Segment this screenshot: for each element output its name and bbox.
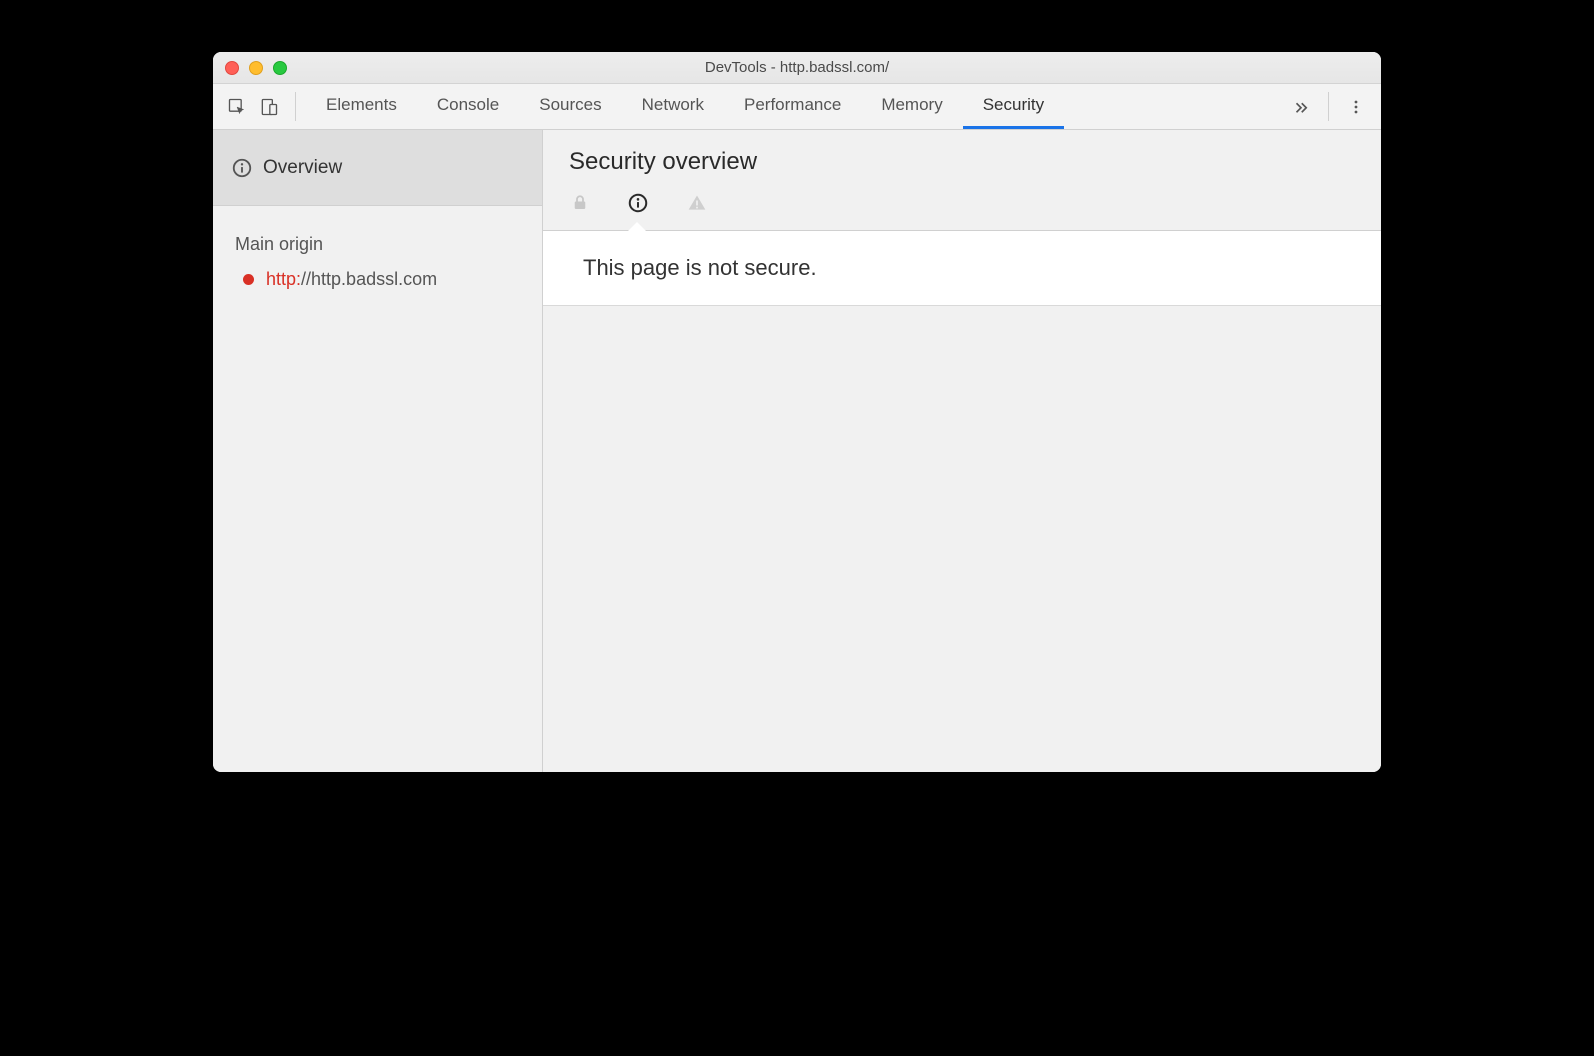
security-overview-header: Security overview (543, 130, 1381, 231)
info-icon (231, 157, 253, 179)
tab-console[interactable]: Console (417, 84, 519, 129)
toolbar-separator (1328, 92, 1329, 121)
toolbar-separator (295, 92, 296, 121)
active-state-caret (628, 222, 646, 231)
status-dot-icon (243, 274, 254, 285)
devtools-toolbar: Elements Console Sources Network Perform… (213, 84, 1381, 130)
origin-scheme: http: (266, 269, 301, 289)
origin-url: http://http.badssl.com (266, 269, 437, 290)
lock-icon (571, 194, 589, 212)
panel-title: Security overview (569, 148, 1381, 176)
devtools-content: Overview Main origin http://http.badssl.… (213, 130, 1381, 772)
minimize-window-button[interactable] (249, 61, 263, 75)
security-sidebar: Overview Main origin http://http.badssl.… (213, 130, 543, 772)
warning-icon (687, 193, 707, 213)
devtools-window: DevTools - http.badssl.com/ Elements Con… (213, 52, 1381, 772)
sidebar-section-label: Main origin (213, 206, 542, 269)
security-state-icons (569, 192, 1381, 230)
window-controls (225, 61, 287, 75)
titlebar: DevTools - http.badssl.com/ (213, 52, 1381, 84)
security-main: Security overview (543, 130, 1381, 772)
panel-tabs: Elements Console Sources Network Perform… (306, 84, 1284, 129)
overview-label: Overview (263, 157, 342, 179)
origin-host: //http.badssl.com (301, 269, 437, 289)
window-title: DevTools - http.badssl.com/ (705, 59, 889, 76)
sidebar-item-overview[interactable]: Overview (213, 130, 542, 206)
more-tabs-icon[interactable] (1284, 84, 1318, 129)
inspect-element-icon[interactable] (221, 84, 253, 129)
tab-sources[interactable]: Sources (519, 84, 621, 129)
device-toolbar-icon[interactable] (253, 84, 285, 129)
maximize-window-button[interactable] (273, 61, 287, 75)
tab-performance[interactable]: Performance (724, 84, 861, 129)
tab-network[interactable]: Network (622, 84, 724, 129)
sidebar-item-origin[interactable]: http://http.badssl.com (213, 269, 542, 290)
tab-security[interactable]: Security (963, 84, 1064, 129)
tab-memory[interactable]: Memory (861, 84, 962, 129)
tab-elements[interactable]: Elements (306, 84, 417, 129)
close-window-button[interactable] (225, 61, 239, 75)
kebab-menu-icon[interactable] (1339, 84, 1373, 129)
security-notice: This page is not secure. (543, 231, 1381, 306)
info-icon (627, 192, 649, 214)
